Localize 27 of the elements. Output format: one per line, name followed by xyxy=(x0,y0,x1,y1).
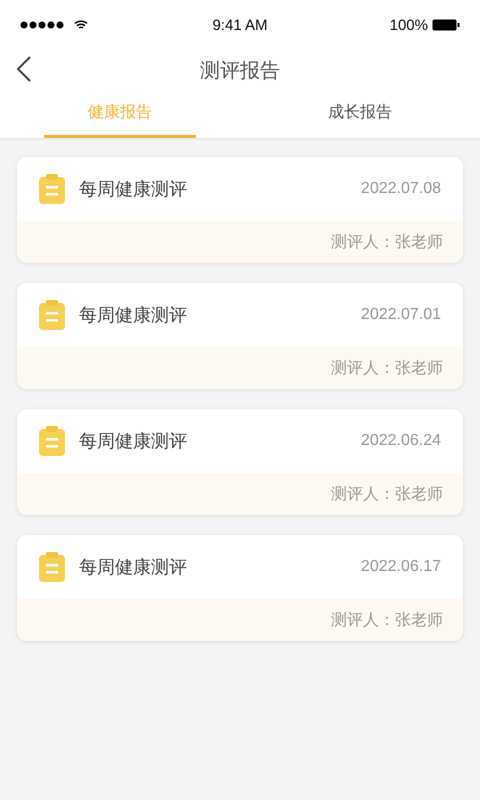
report-date: 2022.07.08 xyxy=(360,180,441,198)
report-date: 2022.06.24 xyxy=(360,432,441,450)
clipboard-icon xyxy=(39,300,65,330)
report-card[interactable]: 每周健康测评 2022.06.17 测评人：张老师 xyxy=(17,535,463,641)
report-date: 2022.06.17 xyxy=(360,558,441,576)
assessor-label: 测评人：张老师 xyxy=(331,610,443,630)
clipboard-icon xyxy=(39,552,65,582)
report-card[interactable]: 每周健康测评 2022.07.08 测评人：张老师 xyxy=(17,157,463,263)
report-title: 每周健康测评 xyxy=(79,556,188,579)
clipboard-icon xyxy=(39,174,65,204)
report-title: 每周健康测评 xyxy=(79,430,188,453)
tab[interactable]: 成长报告 xyxy=(284,90,436,138)
wifi-icon xyxy=(74,20,88,30)
clipboard-icon xyxy=(39,426,65,456)
assessor-label: 测评人：张老师 xyxy=(331,484,443,504)
status-time: 9:41 AM xyxy=(212,16,268,34)
assessor-label: 测评人：张老师 xyxy=(331,232,443,252)
report-title: 每周健康测评 xyxy=(79,178,188,201)
report-card[interactable]: 每周健康测评 2022.07.01 测评人：张老师 xyxy=(17,283,463,389)
assessor-label: 测评人：张老师 xyxy=(331,358,443,378)
battery-percent: 100% xyxy=(390,16,428,34)
back-icon[interactable] xyxy=(17,56,31,82)
page-title: 测评报告 xyxy=(200,58,280,84)
report-title: 每周健康测评 xyxy=(79,304,188,327)
battery-icon xyxy=(432,19,460,31)
report-date: 2022.07.01 xyxy=(360,306,441,324)
report-card[interactable]: 每周健康测评 2022.06.24 测评人：张老师 xyxy=(17,409,463,515)
